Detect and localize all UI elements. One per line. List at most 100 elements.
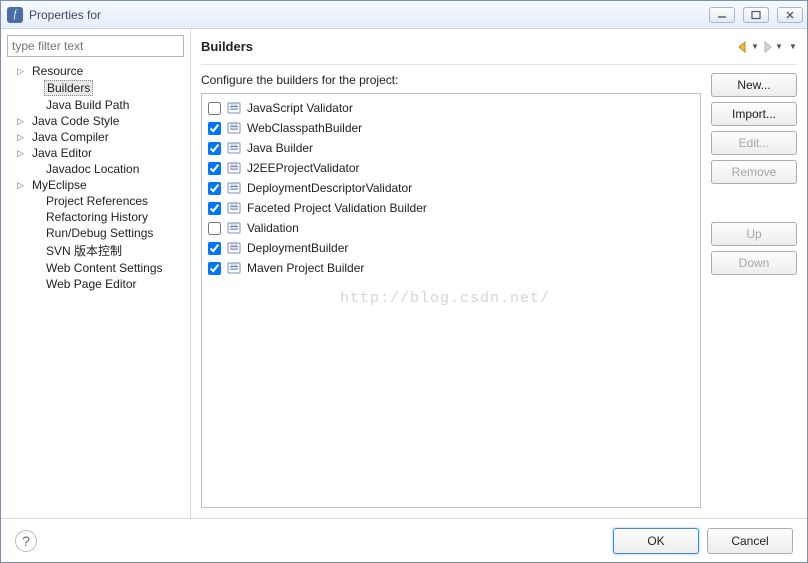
builder-icon: 010 — [226, 260, 242, 276]
tree-item[interactable]: Project References — [7, 193, 184, 209]
tree-item[interactable]: ▷MyEclipse — [7, 177, 184, 193]
tree-item-label: Java Build Path — [44, 98, 131, 112]
up-button[interactable]: Up — [711, 222, 797, 246]
builder-label: WebClasspathBuilder — [247, 121, 362, 135]
help-icon[interactable]: ? — [15, 530, 37, 552]
titlebar: f Properties for — [1, 1, 807, 29]
svg-text:010: 010 — [231, 103, 237, 107]
tree-item[interactable]: Run/Debug Settings — [7, 225, 184, 241]
close-button[interactable] — [777, 7, 803, 23]
builder-row[interactable]: 010 Validation — [208, 218, 694, 238]
builder-label: J2EEProjectValidator — [247, 161, 360, 175]
down-button[interactable]: Down — [711, 251, 797, 275]
tree-item[interactable]: Web Content Settings — [7, 260, 184, 276]
builder-row[interactable]: 010 DeploymentDescriptorValidator — [208, 178, 694, 198]
builder-row[interactable]: 010 J2EEProjectValidator — [208, 158, 694, 178]
nav-back-menu[interactable]: ▼ — [751, 42, 759, 51]
view-menu-icon[interactable]: ▼ — [789, 42, 797, 51]
filter-input[interactable] — [7, 35, 184, 57]
tree-item-label: SVN 版本控制 — [44, 242, 124, 259]
nav-back-icon[interactable] — [736, 40, 750, 54]
builder-row[interactable]: 010 DeploymentBuilder — [208, 238, 694, 258]
builder-buttons: New... Import... Edit... Remove Up Down — [711, 73, 797, 508]
expander-icon: ▷ — [17, 132, 28, 143]
builder-label: Validation — [247, 221, 299, 235]
svg-text:010: 010 — [231, 183, 237, 187]
tree-item-label: Javadoc Location — [44, 162, 141, 176]
builder-checkbox[interactable] — [208, 242, 221, 255]
ok-button[interactable]: OK — [613, 528, 699, 554]
category-tree: ▷ResourceBuildersJava Build Path▷Java Co… — [7, 63, 184, 292]
minimize-button[interactable] — [709, 7, 735, 23]
tree-item[interactable]: SVN 版本控制 — [7, 241, 184, 260]
tree-item-label: Web Content Settings — [44, 261, 165, 275]
tree-item[interactable]: Java Build Path — [7, 97, 184, 113]
tree-item-label: Refactoring History — [44, 210, 150, 224]
maximize-button[interactable] — [743, 7, 769, 23]
sidebar: ▷ResourceBuildersJava Build Path▷Java Co… — [1, 29, 191, 518]
tree-item[interactable]: Javadoc Location — [7, 161, 184, 177]
builder-row[interactable]: 010 WebClasspathBuilder — [208, 118, 694, 138]
tree-item[interactable]: Web Page Editor — [7, 276, 184, 292]
svg-text:010: 010 — [231, 243, 237, 247]
builder-checkbox[interactable] — [208, 102, 221, 115]
builder-icon: 010 — [226, 220, 242, 236]
page-title: Builders — [201, 39, 735, 54]
builder-checkbox[interactable] — [208, 202, 221, 215]
builder-checkbox[interactable] — [208, 262, 221, 275]
tree-item[interactable]: ▷Resource — [7, 63, 184, 79]
builder-label: JavaScript Validator — [247, 101, 353, 115]
builder-icon: 010 — [226, 200, 242, 216]
svg-text:010: 010 — [231, 223, 237, 227]
builder-checkbox[interactable] — [208, 182, 221, 195]
expander-icon: ▷ — [17, 116, 28, 127]
remove-button[interactable]: Remove — [711, 160, 797, 184]
cancel-button[interactable]: Cancel — [707, 528, 793, 554]
tree-item[interactable]: ▷Java Editor — [7, 145, 184, 161]
tree-item[interactable]: Builders — [7, 79, 184, 97]
svg-text:010: 010 — [231, 203, 237, 207]
tree-item-label: MyEclipse — [30, 178, 89, 192]
edit-button[interactable]: Edit... — [711, 131, 797, 155]
tree-item[interactable]: ▷Java Code Style — [7, 113, 184, 129]
svg-text:010: 010 — [231, 263, 237, 267]
svg-text:010: 010 — [231, 123, 237, 127]
builder-checkbox[interactable] — [208, 142, 221, 155]
new-button[interactable]: New... — [711, 73, 797, 97]
nav-forward-icon[interactable] — [760, 40, 774, 54]
builder-row[interactable]: 010 Maven Project Builder — [208, 258, 694, 278]
nav-forward-menu[interactable]: ▼ — [775, 42, 783, 51]
tree-item[interactable]: Refactoring History — [7, 209, 184, 225]
window-title: Properties for — [29, 8, 701, 22]
tree-item-label: Resource — [30, 64, 85, 78]
builder-icon: 010 — [226, 140, 242, 156]
expander-icon: ▷ — [17, 180, 28, 191]
tree-item-label: Project References — [44, 194, 150, 208]
builder-label: Maven Project Builder — [247, 261, 364, 275]
builder-row[interactable]: 010 JavaScript Validator — [208, 98, 694, 118]
expander-icon: ▷ — [17, 148, 28, 159]
tree-item-label: Web Page Editor — [44, 277, 139, 291]
builder-checkbox[interactable] — [208, 122, 221, 135]
tree-item-label: Run/Debug Settings — [44, 226, 155, 240]
app-icon: f — [7, 7, 23, 23]
builder-label: DeploymentBuilder — [247, 241, 348, 255]
builder-label: DeploymentDescriptorValidator — [247, 181, 412, 195]
import-button[interactable]: Import... — [711, 102, 797, 126]
expander-icon: ▷ — [17, 66, 28, 77]
builder-row[interactable]: 010Java Builder — [208, 138, 694, 158]
svg-text:010: 010 — [231, 163, 237, 167]
instruction-text: Configure the builders for the project: — [201, 73, 701, 87]
tree-item-label: Java Code Style — [30, 114, 121, 128]
tree-item-label: Java Editor — [30, 146, 94, 160]
footer: ? OK Cancel — [1, 518, 807, 562]
tree-item-label: Builders — [44, 80, 93, 96]
builder-icon: 010 — [226, 160, 242, 176]
builder-list: 010 JavaScript Validator 010 WebClasspathBu… — [201, 93, 701, 508]
builder-checkbox[interactable] — [208, 222, 221, 235]
builder-icon: 010 — [226, 100, 242, 116]
tree-item[interactable]: ▷Java Compiler — [7, 129, 184, 145]
builder-icon: 010 — [226, 180, 242, 196]
builder-checkbox[interactable] — [208, 162, 221, 175]
builder-row[interactable]: 010Faceted Project Validation Builder — [208, 198, 694, 218]
